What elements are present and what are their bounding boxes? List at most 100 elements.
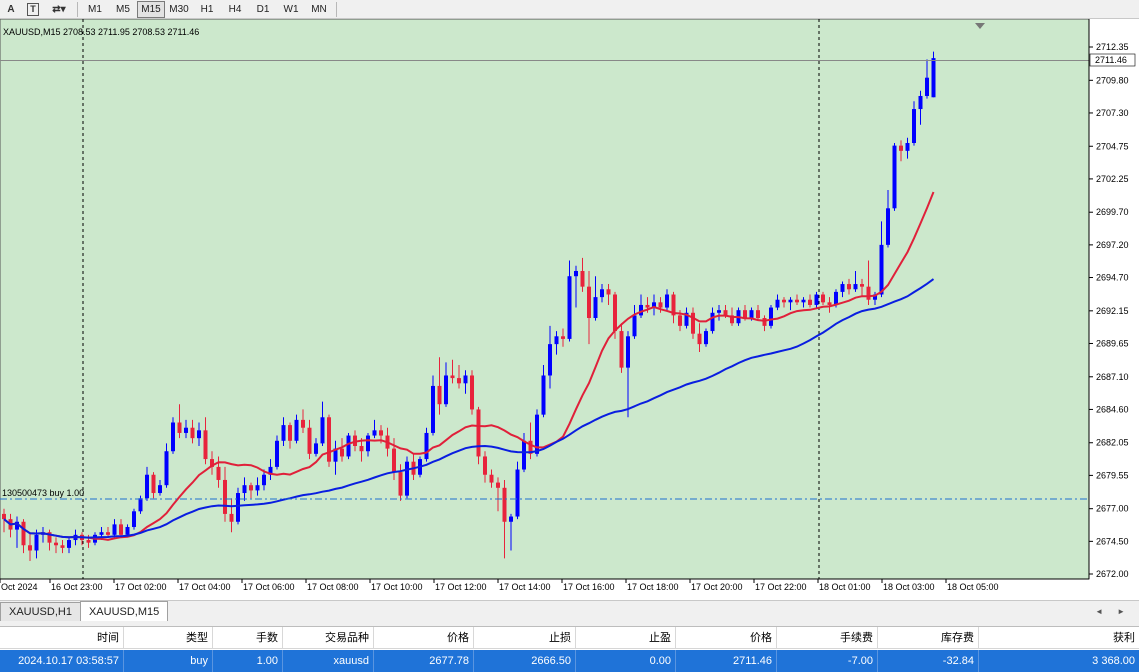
bull-candle <box>262 474 266 486</box>
bull-candle <box>431 385 435 433</box>
price-tick-label: 2704.75 <box>1096 141 1129 151</box>
col-header-take-profit[interactable]: 止盈 <box>576 627 676 649</box>
time-tick-label: 17 Oct 14:00 <box>499 582 551 592</box>
col-header-commission[interactable]: 手续费 <box>777 627 878 649</box>
bull-candle <box>554 336 559 345</box>
col-header-volume[interactable]: 手数 <box>213 627 283 649</box>
bull-candle <box>67 540 71 548</box>
cell-take-profit[interactable]: 0.00 <box>576 650 676 672</box>
time-tick-label: 18 Oct 01:00 <box>819 582 871 592</box>
bear-candle <box>795 299 799 303</box>
bear-candle <box>21 521 26 546</box>
bull-candle <box>236 493 240 522</box>
col-header-time[interactable]: 时间 <box>0 627 124 649</box>
candlestick-chart-svg[interactable]: 130500473 buy 1.00 XAUUSD,M15 2708.53 27… <box>0 19 1139 600</box>
bull-candle <box>632 315 637 337</box>
tab-xauusd-m15[interactable]: XAUUSD,M15 <box>79 601 169 621</box>
col-header-current-price[interactable]: 价格 <box>676 627 777 649</box>
timeframe-m5-button[interactable]: M5 <box>109 1 137 18</box>
bear-candle <box>190 427 195 439</box>
cell-stop-loss[interactable]: 2666.50 <box>474 650 576 672</box>
bear-candle <box>483 456 487 475</box>
price-tick-label: 2689.65 <box>1096 338 1129 348</box>
trade-terminal: 时间 类型 手数 交易品种 价格 止损 止盈 价格 手续费 库存费 获利 202… <box>0 626 1139 672</box>
bull-candle <box>132 511 136 527</box>
arrows-tool-icon[interactable]: ⇄▾ <box>44 1 74 18</box>
timeframe-mn-button[interactable]: MN <box>305 1 333 18</box>
bear-candle <box>392 448 396 473</box>
bull-candle <box>138 498 143 512</box>
bull-candle <box>801 299 806 303</box>
bear-candle <box>54 542 58 546</box>
bull-candle <box>463 375 468 384</box>
bull-candle <box>255 485 260 491</box>
timeframe-h1-button[interactable]: H1 <box>193 1 221 18</box>
tab-xauusd-h1[interactable]: XAUUSD,H1 <box>0 602 81 621</box>
col-header-price[interactable]: 价格 <box>374 627 474 649</box>
bull-candle <box>145 474 149 499</box>
text-label-tool-icon[interactable]: T <box>22 1 44 18</box>
timeframe-h4-button[interactable]: H4 <box>221 1 249 18</box>
bull-candle <box>366 435 370 452</box>
price-tick-label: 2687.10 <box>1096 372 1129 382</box>
bear-candle <box>450 375 455 379</box>
bear-candle <box>847 284 851 290</box>
current-price-tag-label: 2711.46 <box>1095 55 1127 65</box>
bear-candle <box>229 513 234 522</box>
scroll-right-icon[interactable]: ► <box>1117 607 1125 616</box>
timeframe-m30-button[interactable]: M30 <box>165 1 193 18</box>
text-tool-icon[interactable]: A <box>0 1 22 18</box>
time-tick-label: Oct 2024 <box>1 582 38 592</box>
bull-candle <box>99 532 104 535</box>
tab-scroll-arrows: ◄ ► <box>1095 607 1139 616</box>
bear-candle <box>379 430 383 436</box>
bear-candle <box>398 472 403 496</box>
bull-candle <box>853 284 858 290</box>
price-tick-label: 2674.50 <box>1096 536 1129 546</box>
scroll-left-icon[interactable]: ◄ <box>1095 607 1103 616</box>
timeframe-m15-button[interactable]: M15 <box>137 0 165 18</box>
bull-candle <box>626 336 630 368</box>
bull-candle <box>769 307 773 326</box>
price-tick-label: 2694.70 <box>1096 273 1129 283</box>
timeframe-w1-button[interactable]: W1 <box>277 1 305 18</box>
bull-candle <box>444 375 448 405</box>
bear-candle <box>476 409 481 457</box>
bull-candle <box>710 312 715 332</box>
bull-candle <box>749 310 754 319</box>
bull-candle <box>567 276 572 339</box>
bull-candle <box>788 299 793 303</box>
bear-candle <box>86 540 91 543</box>
col-header-type[interactable]: 类型 <box>124 627 213 649</box>
timeframe-d1-button[interactable]: D1 <box>249 1 277 18</box>
bull-candle <box>593 297 598 319</box>
price-tick-label: 2709.80 <box>1096 75 1129 85</box>
bear-candle <box>437 385 442 405</box>
col-header-profit[interactable]: 获利 <box>979 627 1139 649</box>
col-header-stop-loss[interactable]: 止损 <box>474 627 576 649</box>
timeframe-m1-button[interactable]: M1 <box>81 1 109 18</box>
bear-candle <box>619 331 624 368</box>
bear-candle <box>866 286 871 300</box>
bear-candle <box>821 294 825 303</box>
bear-candle <box>151 474 156 494</box>
position-row[interactable]: 2024.10.17 03:58:57 buy 1.00 xauusd 2677… <box>0 650 1139 672</box>
col-header-swap[interactable]: 库存费 <box>878 627 979 649</box>
price-chart[interactable]: 130500473 buy 1.00 XAUUSD,M15 2708.53 27… <box>0 19 1139 600</box>
bear-candle <box>340 448 344 457</box>
bull-candle <box>294 419 299 441</box>
bull-candle <box>918 95 923 110</box>
bear-candle <box>502 487 507 522</box>
time-tick-label: 17 Oct 20:00 <box>691 582 743 592</box>
bear-candle <box>106 532 110 535</box>
bull-candle <box>158 485 162 494</box>
col-header-symbol[interactable]: 交易品种 <box>283 627 374 649</box>
bear-candle <box>613 294 617 332</box>
price-tick-label: 2712.35 <box>1096 42 1129 52</box>
price-tick-label: 2672.00 <box>1096 569 1129 579</box>
plot-area <box>0 19 1090 580</box>
cell-profit: 3 368.00 <box>1092 655 1135 667</box>
bear-candle <box>119 524 123 535</box>
bear-candle <box>827 302 832 305</box>
bull-candle <box>346 435 351 457</box>
